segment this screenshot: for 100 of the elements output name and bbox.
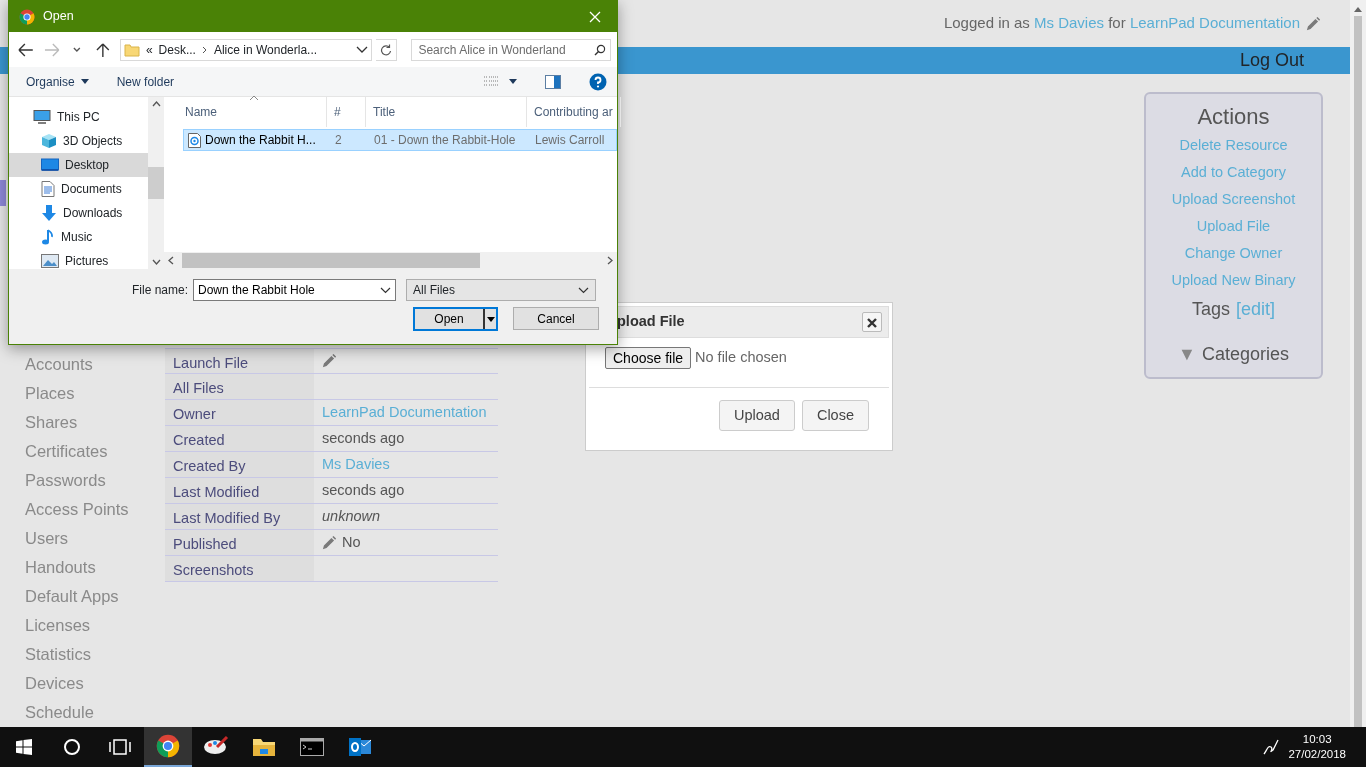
audio-file-icon <box>188 132 201 148</box>
track-title: 01 - Down the Rabbit-Hole <box>373 132 517 149</box>
refresh-button[interactable] <box>375 38 398 61</box>
field-label: Owner <box>165 400 314 425</box>
nav-item[interactable]: Documents <box>9 177 148 201</box>
clock-time: 10:03 <box>1301 732 1333 747</box>
chrome-icon <box>19 8 35 25</box>
scroll-thumb[interactable] <box>182 253 480 268</box>
login-text: Logged in as Ms Davies for LearnPad Documentation <box>943 13 1300 34</box>
file-type-select[interactable]: All Files <box>406 279 596 301</box>
mail-app-icon <box>348 736 372 758</box>
edit-icon[interactable] <box>322 354 336 368</box>
sort-icon <box>249 95 259 101</box>
taskbar-button[interactable] <box>144 727 192 767</box>
computer-icon <box>33 110 51 124</box>
nav-item[interactable]: 3D Objects <box>9 129 148 153</box>
clock-date: 27/02/2018 <box>1288 747 1346 762</box>
file-status: No file chosen <box>695 348 787 368</box>
column-header[interactable]: # <box>327 97 366 127</box>
scrollbar[interactable] <box>164 252 617 269</box>
chrome-icon <box>156 734 180 758</box>
file-row[interactable]: Down the Rabbit H... 2 01 - Down the Rabbit-Hole Lewis Carroll <box>183 129 617 151</box>
field-label: Last Modified <box>165 478 314 503</box>
caret-icon <box>80 79 89 84</box>
cube-icon <box>41 133 57 149</box>
scroll-down-icon[interactable] <box>151 259 161 265</box>
scroll-left-icon[interactable] <box>168 256 174 265</box>
field-label: Launch File <box>165 349 314 373</box>
nav-item[interactable]: Downloads <box>9 201 148 225</box>
scroll-thumb[interactable] <box>148 167 164 199</box>
field-value: unknown <box>322 506 381 526</box>
track-number: 2 <box>334 132 343 149</box>
chevron-down-icon[interactable] <box>355 45 368 54</box>
sidebar-marker <box>0 180 6 206</box>
scroll-up-icon[interactable] <box>151 101 161 107</box>
refresh-icon <box>380 43 393 56</box>
field-label: Screenshots <box>165 556 314 581</box>
cancel-button[interactable]: Cancel <box>513 307 599 330</box>
preview-pane-icon[interactable] <box>545 74 561 89</box>
field-label: File name: <box>131 283 188 297</box>
edit-icon[interactable] <box>322 535 336 550</box>
open-button[interactable]: Open <box>413 307 498 331</box>
music-note-icon <box>41 229 55 245</box>
chevron-down-icon[interactable] <box>380 286 391 294</box>
chevron-icon <box>201 45 208 54</box>
pen-icon[interactable] <box>1262 738 1281 756</box>
nav-item[interactable]: Pictures <box>9 249 148 269</box>
help-icon[interactable] <box>589 72 607 91</box>
breadcrumb-overflow[interactable]: « <box>145 40 153 59</box>
close-icon <box>589 10 601 23</box>
folder-icon <box>252 737 276 757</box>
track-artist: Lewis Carroll <box>534 132 606 149</box>
edit-icon[interactable] <box>1306 16 1320 31</box>
scroll-up-icon[interactable] <box>1354 6 1362 12</box>
clock[interactable]: 10:03 27/02/2018 <box>1288 732 1346 762</box>
organise-menu[interactable]: Organise <box>26 72 89 91</box>
chevron-down-icon <box>578 286 589 294</box>
close-icon <box>867 317 877 328</box>
terminal-icon <box>300 738 324 756</box>
field-value: seconds ago <box>322 428 405 448</box>
column-header[interactable]: Contributing ar <box>527 97 621 127</box>
upload-button[interactable]: Upload <box>718 400 795 431</box>
download-icon <box>41 205 57 221</box>
nav-item[interactable]: This PC <box>9 105 148 129</box>
breadcrumb[interactable]: Alice in Wonderla... <box>213 40 318 59</box>
search-input[interactable]: Search Alice in Wonderland <box>418 40 594 59</box>
search-field[interactable]: Search Alice in Wonderland <box>411 38 611 61</box>
nav-item[interactable]: Music <box>9 225 148 249</box>
field-label: Last Modified By <box>165 504 314 529</box>
field-label: Published <box>165 530 314 555</box>
file-name-field[interactable]: Down the Rabbit Hole <box>193 279 396 301</box>
task-view-icon <box>109 739 131 755</box>
field-label: All Files <box>165 374 314 399</box>
dialog-title: Open <box>43 8 74 26</box>
folder-icon <box>123 41 140 58</box>
address-bar[interactable]: « Desk... Alice in Wonderla... <box>119 38 372 61</box>
field-label: Created By <box>165 452 314 477</box>
column-header[interactable]: Name <box>164 97 327 127</box>
monitor-icon <box>41 158 59 172</box>
close-button[interactable]: Close <box>801 400 869 431</box>
picture-icon <box>41 254 59 268</box>
column-header[interactable]: Title <box>366 97 527 127</box>
logout-link[interactable]: Log Out <box>1239 47 1304 74</box>
windows-icon <box>16 739 32 755</box>
modal-title: pload File <box>617 312 685 332</box>
field-label: Created <box>165 426 314 451</box>
nav-item[interactable]: Desktop <box>9 153 148 177</box>
choose-file-button[interactable]: Choose file <box>605 347 692 369</box>
close-button[interactable] <box>862 312 882 332</box>
scrollbar[interactable] <box>1350 0 1366 727</box>
field-value: No <box>342 532 361 552</box>
scrollbar[interactable] <box>148 97 164 269</box>
document-icon <box>41 181 55 197</box>
field-value: seconds ago <box>322 480 405 500</box>
scroll-right-icon[interactable] <box>607 256 613 265</box>
search-icon <box>594 43 606 56</box>
tags-label: Tags <box>1191 298 1230 322</box>
new-folder-button[interactable]: New folder <box>116 72 175 91</box>
breadcrumb[interactable]: Desk... <box>158 40 196 59</box>
caret-icon[interactable] <box>509 79 517 84</box>
